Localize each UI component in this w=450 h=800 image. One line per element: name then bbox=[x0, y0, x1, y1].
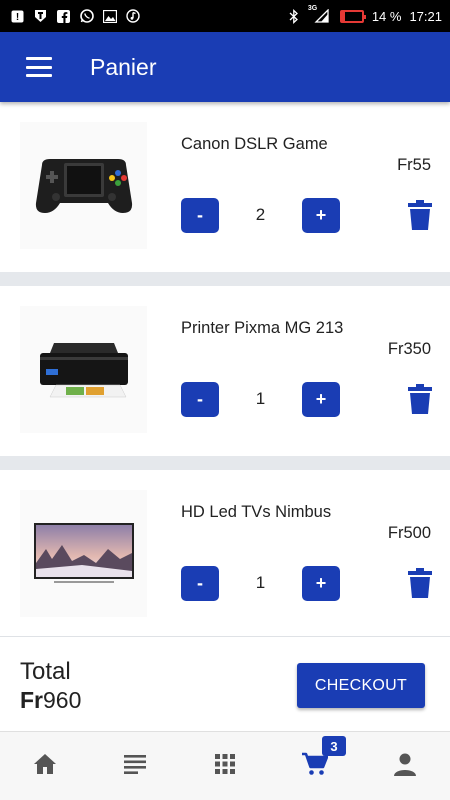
battery-icon bbox=[339, 9, 366, 23]
profile-icon bbox=[393, 752, 417, 781]
total-amount: Fr960 bbox=[20, 687, 81, 714]
quantity-stepper: - 1 + bbox=[181, 565, 340, 601]
product-price: Fr500 bbox=[387, 524, 431, 542]
app-bar: Panier bbox=[0, 32, 450, 102]
gamepad-image bbox=[20, 122, 147, 249]
product-price: Fr350 bbox=[387, 340, 431, 358]
decrement-button[interactable]: - bbox=[181, 197, 219, 233]
quantity-value: 2 bbox=[255, 205, 266, 224]
gallery-icon bbox=[102, 9, 117, 24]
notification-icon: ! bbox=[10, 9, 25, 24]
list-icon bbox=[124, 754, 146, 779]
increment-button[interactable]: + bbox=[302, 381, 340, 417]
delete-icon[interactable] bbox=[408, 384, 432, 414]
increment-button[interactable]: + bbox=[302, 565, 340, 601]
page-title: Panier bbox=[90, 53, 157, 80]
printer-image bbox=[20, 306, 147, 433]
status-bar: ! 3G 14 % 17:21 bbox=[0, 0, 450, 32]
cart-item: Canon DSLR Game Fr55 - 2 + bbox=[0, 102, 450, 272]
cart-item: Printer Pixma MG 213 Fr350 - 1 + bbox=[0, 286, 450, 456]
product-name: Printer Pixma MG 213 bbox=[181, 319, 344, 337]
quantity-value: 1 bbox=[255, 573, 266, 592]
nav-grid[interactable] bbox=[180, 732, 270, 800]
menu-icon[interactable] bbox=[26, 57, 52, 77]
whatsapp-icon bbox=[79, 9, 94, 24]
facebook-icon bbox=[56, 9, 71, 24]
home-icon bbox=[33, 753, 57, 780]
total-currency: Fr bbox=[20, 687, 43, 713]
quantity-value: 1 bbox=[255, 389, 266, 408]
decrement-button[interactable]: - bbox=[181, 565, 219, 601]
tv-image bbox=[20, 490, 147, 617]
cart-badge: 3 bbox=[322, 736, 346, 756]
checkout-button[interactable]: CHECKOUT bbox=[297, 663, 425, 708]
product-name: HD Led TVs Nimbus bbox=[181, 503, 332, 521]
product-name: Canon DSLR Game bbox=[181, 135, 328, 153]
cart-screen: ! 3G 14 % 17:21 Panier Canon DSLR Game F… bbox=[0, 0, 450, 800]
network-type: 3G bbox=[307, 4, 318, 12]
nav-profile[interactable] bbox=[360, 732, 450, 800]
delete-icon[interactable] bbox=[408, 200, 432, 230]
nav-home[interactable] bbox=[0, 732, 90, 800]
decrement-button[interactable]: - bbox=[181, 381, 219, 417]
battery-percent: 14 % bbox=[371, 8, 402, 24]
battery-fill bbox=[341, 11, 345, 21]
bottom-nav: 3 bbox=[0, 731, 450, 800]
delete-icon[interactable] bbox=[408, 568, 432, 598]
status-system: 3G 14 % 17:21 bbox=[287, 5, 442, 24]
total-bar: Total Fr960 CHECKOUT bbox=[0, 636, 450, 731]
grid-icon bbox=[215, 753, 235, 779]
bluetooth-icon bbox=[287, 8, 302, 24]
quantity-stepper: - 2 + bbox=[181, 197, 340, 233]
product-price: Fr55 bbox=[397, 156, 431, 174]
quantity-stepper: - 1 + bbox=[181, 381, 340, 417]
music-icon bbox=[125, 9, 140, 24]
nav-list[interactable] bbox=[90, 732, 180, 800]
svg-text:!: ! bbox=[16, 12, 19, 23]
vpn-icon bbox=[33, 9, 48, 24]
total-value: 960 bbox=[43, 687, 82, 713]
nav-cart[interactable]: 3 bbox=[270, 732, 360, 800]
total-label: Total bbox=[20, 658, 71, 685]
increment-button[interactable]: + bbox=[302, 197, 340, 233]
signal-icon: 3G bbox=[308, 5, 332, 24]
status-time: 17:21 bbox=[409, 8, 442, 24]
cart-item: HD Led TVs Nimbus Fr500 - 1 + bbox=[0, 470, 450, 640]
status-notifications: ! bbox=[10, 9, 140, 24]
